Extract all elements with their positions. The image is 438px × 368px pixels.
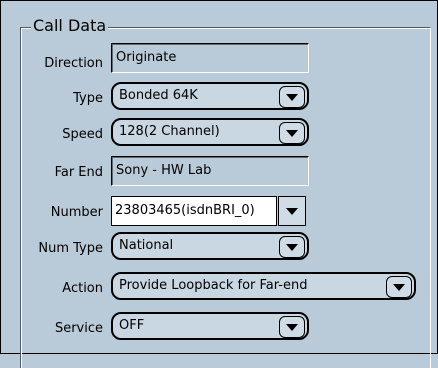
type-label: Type [73, 91, 103, 106]
num-type-dropdown[interactable]: National [111, 232, 309, 260]
service-label: Service [54, 321, 103, 336]
action-label: Action [62, 281, 103, 296]
number-combo[interactable]: 23803465(isdnBRI_0) [111, 196, 306, 226]
action-value: Provide Loopback for Far-end [119, 278, 308, 293]
chevron-down-icon[interactable] [279, 316, 305, 338]
num-type-label: Num Type [38, 241, 103, 256]
speed-value: 128(2 Channel) [119, 124, 220, 139]
direction-field: Originate [111, 43, 309, 73]
chevron-down-icon[interactable] [279, 236, 305, 258]
service-dropdown[interactable]: OFF [111, 312, 309, 340]
service-value: OFF [119, 318, 145, 333]
chevron-down-icon[interactable] [279, 122, 305, 144]
far-end-field: Sony - HW Lab [111, 156, 309, 186]
type-dropdown[interactable]: Bonded 64K [111, 82, 309, 110]
direction-label: Direction [44, 56, 103, 71]
far-end-label: Far End [54, 165, 103, 180]
action-dropdown[interactable]: Provide Loopback for Far-end [111, 272, 416, 300]
number-label: Number [50, 205, 103, 220]
speed-label: Speed [62, 127, 103, 142]
number-value[interactable]: 23803465(isdnBRI_0) [115, 203, 255, 218]
group-title: Call Data [31, 14, 109, 38]
chevron-down-icon[interactable] [386, 276, 412, 298]
speed-dropdown[interactable]: 128(2 Channel) [111, 118, 309, 146]
type-value: Bonded 64K [119, 88, 198, 103]
call-data-panel: Call Data Direction Originate Type Bonde… [0, 0, 438, 368]
num-type-value: National [119, 238, 174, 253]
chevron-down-icon[interactable] [278, 196, 306, 226]
chevron-down-icon[interactable] [279, 86, 305, 108]
